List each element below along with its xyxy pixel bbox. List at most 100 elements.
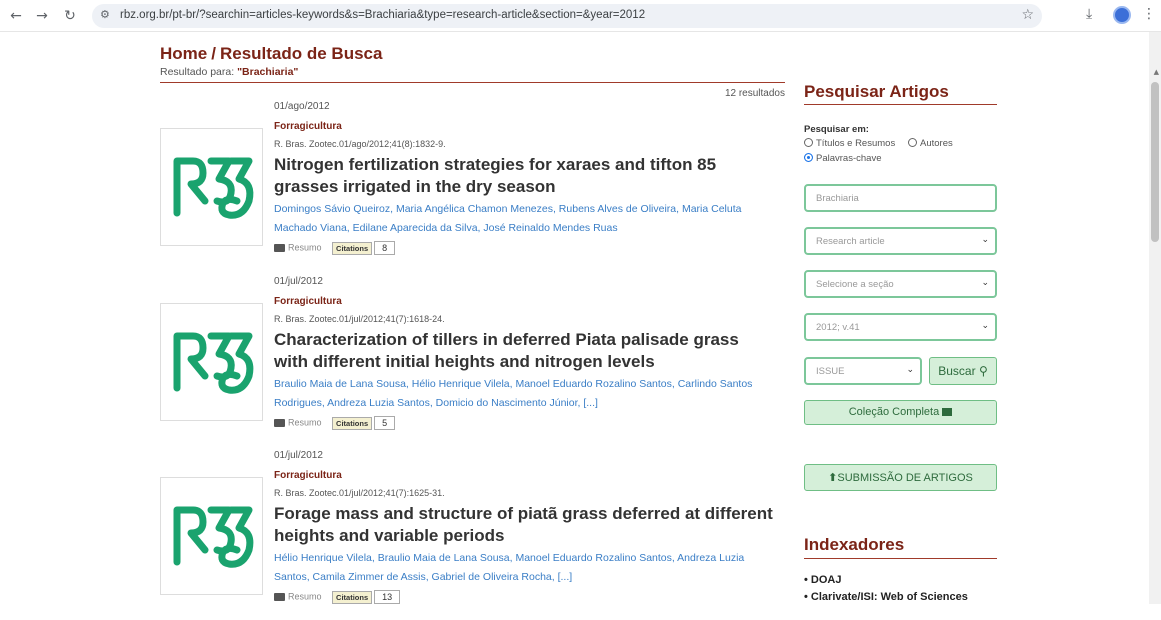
- result-count: 12 resultados: [724, 88, 785, 99]
- radio-authors[interactable]: Autores: [908, 137, 953, 149]
- section-select-value: Selecione a seção: [816, 279, 894, 290]
- keyword-input[interactable]: Brachiaria: [804, 184, 997, 212]
- article-reference: R. Bras. Zootec.01/jul/2012;41(7):1625-3…: [274, 488, 445, 498]
- indexers-divider: [804, 558, 997, 559]
- type-select-value: Research article: [816, 236, 885, 247]
- full-collection-button[interactable]: Coleção Completa: [804, 400, 997, 425]
- indexer-item[interactable]: • DOAJ: [804, 574, 841, 586]
- url-text[interactable]: rbz.org.br/pt-br/?searchin=articles-keyw…: [120, 9, 645, 21]
- type-select[interactable]: Research article ⌄: [804, 227, 997, 255]
- search-panel-divider: [804, 104, 997, 105]
- issue-select[interactable]: ISSUE ⌄: [804, 357, 922, 385]
- search-panel-title: Pesquisar Artigos: [804, 82, 949, 101]
- year-select[interactable]: 2012; v.41 ⌄: [804, 313, 997, 341]
- submit-articles-label: SUBMISSÃO DE ARTIGOS: [837, 472, 973, 484]
- page-title: Resultado de Busca: [219, 44, 383, 63]
- citations-count: 8: [374, 241, 396, 255]
- browser-toolbar: ← → ↻ ⚙ rbz.org.br/pt-br/?searchin=artic…: [0, 0, 1161, 32]
- chevron-down-icon: ⌄: [906, 365, 914, 375]
- radio-authors-label: Autores: [920, 138, 953, 149]
- upload-icon: ⬆: [828, 471, 838, 484]
- radio-titles-label: Títulos e Resumos: [816, 138, 896, 149]
- chevron-down-icon: ⌄: [981, 278, 989, 288]
- chevron-down-icon: ⌄: [981, 321, 989, 331]
- menu-icon[interactable]: ⋮: [1142, 6, 1156, 22]
- citations-count: 5: [374, 416, 396, 430]
- site-info-icon[interactable]: ⚙: [100, 8, 110, 21]
- radio-titles-control[interactable]: [804, 137, 813, 147]
- resumo-link[interactable]: Resumo: [288, 242, 322, 252]
- result-for: Resultado para: "Brachiaria": [160, 66, 298, 78]
- breadcrumb-home[interactable]: Home: [160, 44, 207, 63]
- article-meta: Resumo Citations 8: [274, 241, 396, 257]
- resumo-link[interactable]: Resumo: [288, 591, 322, 601]
- article-date: 01/jul/2012: [274, 276, 323, 287]
- article-title[interactable]: Characterization of tillers in deferred …: [274, 329, 774, 373]
- article-title[interactable]: Forage mass and structure of piatã grass…: [274, 503, 774, 547]
- forward-icon[interactable]: →: [32, 6, 52, 26]
- article-authors[interactable]: Hélio Henrique Vilela, Braulio Maia de L…: [274, 549, 779, 587]
- article-section[interactable]: Forragicultura: [274, 470, 342, 481]
- breadcrumb-separator: /: [211, 44, 216, 63]
- download-icon[interactable]: ⤓: [1086, 6, 1092, 22]
- radio-keywords[interactable]: Palavras-chave: [804, 152, 882, 164]
- archive-icon: [942, 408, 953, 417]
- journal-logo[interactable]: [160, 303, 263, 421]
- folder-icon: [274, 593, 285, 601]
- citations-count: 13: [374, 590, 401, 604]
- issue-select-value: ISSUE: [816, 366, 845, 377]
- article-date: 01/ago/2012: [274, 101, 330, 112]
- resumo-link[interactable]: Resumo: [288, 417, 322, 427]
- search-in-label: Pesquisar em:: [804, 124, 869, 135]
- search-button-label: Buscar: [938, 364, 976, 378]
- address-bar[interactable]: ⚙ rbz.org.br/pt-br/?searchin=articles-ke…: [92, 4, 1042, 28]
- search-button[interactable]: Buscar ⚲: [929, 357, 997, 385]
- profile-avatar[interactable]: [1113, 6, 1131, 24]
- article-section[interactable]: Forragicultura: [274, 296, 342, 307]
- citations-badge[interactable]: Citations 8: [332, 241, 396, 255]
- indexer-clarivate[interactable]: Clarivate/ISI: Web of Sciences: [811, 591, 968, 603]
- article-reference: R. Bras. Zootec.01/jul/2012;41(7):1618-2…: [274, 314, 445, 324]
- article-title[interactable]: Nitrogen fertilization strategies for xa…: [274, 154, 774, 198]
- back-icon[interactable]: ←: [6, 6, 26, 26]
- article-item: 01/jul/2012 Forragicultura R. Bras. Zoot…: [160, 276, 785, 446]
- full-collection-label: Coleção Completa: [848, 406, 940, 418]
- radio-authors-control[interactable]: [908, 137, 917, 147]
- chevron-down-icon: ⌄: [981, 235, 989, 245]
- article-authors[interactable]: Domingos Sávio Queiroz, Maria Angélica C…: [274, 200, 779, 238]
- indexer-item[interactable]: • Clarivate/ISI: Web of Sciences: [804, 591, 968, 603]
- breadcrumb: Home / Resultado de Busca: [160, 44, 382, 64]
- article-date: 01/jul/2012: [274, 450, 323, 461]
- journal-logo[interactable]: [160, 128, 263, 246]
- article-section[interactable]: Forragicultura: [274, 121, 342, 132]
- article-meta: Resumo Citations 5: [274, 416, 396, 432]
- section-select[interactable]: Selecione a seção ⌄: [804, 270, 997, 298]
- radio-keywords-label: Palavras-chave: [816, 153, 882, 164]
- scrollbar-thumb[interactable]: [1151, 82, 1159, 242]
- search-query: "Brachiaria": [237, 66, 299, 78]
- submit-articles-button[interactable]: ⬆SUBMISSÃO DE ARTIGOS: [804, 464, 997, 491]
- radio-titles[interactable]: Títulos e Resumos: [804, 137, 896, 149]
- page-scrollbar[interactable]: ▲: [1149, 32, 1161, 604]
- radio-keywords-control[interactable]: [804, 152, 813, 162]
- divider: [160, 82, 785, 83]
- search-icon: ⚲: [978, 364, 988, 378]
- year-select-value: 2012; v.41: [816, 322, 860, 333]
- article-reference: R. Bras. Zootec.01/ago/2012;41(8):1832-9…: [274, 139, 446, 149]
- article-item: 01/jul/2012 Forragicultura R. Bras. Zoot…: [160, 450, 785, 620]
- citations-label: Citations: [332, 591, 373, 604]
- citations-label: Citations: [332, 417, 373, 430]
- article-item: 01/ago/2012 Forragicultura R. Bras. Zoot…: [160, 101, 785, 271]
- citations-badge[interactable]: Citations 13: [332, 590, 401, 604]
- citations-label: Citations: [332, 242, 373, 255]
- scroll-up-icon[interactable]: ▲: [1154, 68, 1159, 76]
- reload-icon[interactable]: ↻: [60, 6, 80, 26]
- indexer-doaj[interactable]: DOAJ: [811, 574, 842, 586]
- indexers-title: Indexadores: [804, 535, 905, 554]
- article-authors[interactable]: Braulio Maia de Lana Sousa, Hélio Henriq…: [274, 375, 779, 413]
- result-prefix: Resultado para:: [160, 66, 235, 78]
- journal-logo[interactable]: [160, 477, 263, 595]
- citations-badge[interactable]: Citations 5: [332, 416, 396, 430]
- bookmark-star-icon[interactable]: ☆: [1021, 7, 1034, 23]
- folder-icon: [274, 419, 285, 427]
